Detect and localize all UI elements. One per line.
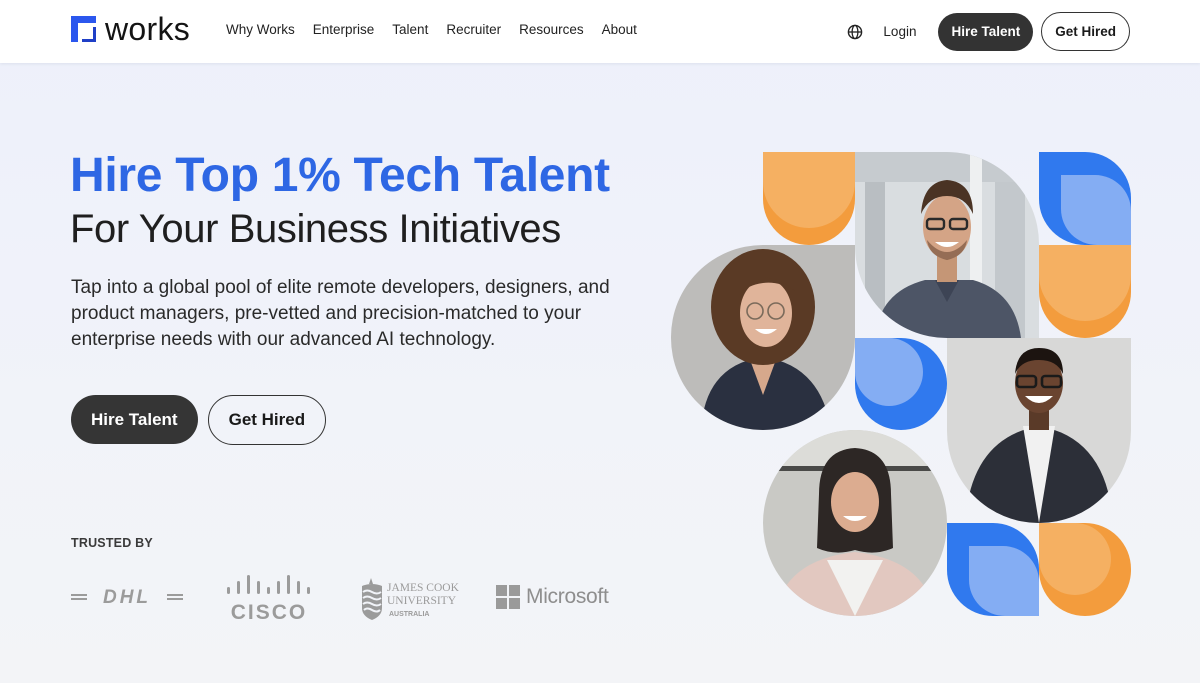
nav-about[interactable]: About xyxy=(602,22,637,37)
trusted-by-label: TRUSTED BY xyxy=(71,536,153,550)
blue-round-shape-decoration xyxy=(855,338,947,430)
hero-cta-group: Hire Talent Get Hired xyxy=(71,395,327,445)
svg-text:UNIVERSITY: UNIVERSITY xyxy=(387,595,457,607)
nav-talent[interactable]: Talent xyxy=(392,22,428,37)
svg-text:CISCO: CISCO xyxy=(231,601,308,622)
svg-text:AUSTRALIA: AUSTRALIA xyxy=(389,611,429,618)
blue-leaf-shape-decoration xyxy=(1039,152,1131,245)
hero-subtitle: For Your Business Initiatives xyxy=(70,207,561,251)
hero-description: Tap into a global pool of elite remote d… xyxy=(71,277,610,350)
orange-shape-decoration xyxy=(763,152,855,245)
works-logo-mark-icon xyxy=(71,16,96,42)
man-suit-image xyxy=(947,338,1131,523)
james-cook-university-logo: JAMES COOK UNIVERSITY AUSTRALIA xyxy=(362,578,460,620)
talent-photo-man-suit xyxy=(947,338,1131,523)
talent-photo-man-blue-shirt xyxy=(855,152,1039,338)
nav-recruiter[interactable]: Recruiter xyxy=(446,22,501,37)
header-actions: Login Hire Talent Get Hired xyxy=(847,12,1130,51)
nav-resources[interactable]: Resources xyxy=(519,22,584,37)
hero-title: Hire Top 1% Tech Talent xyxy=(70,149,610,202)
talent-photo-curly-haired-woman xyxy=(671,245,855,430)
header-hire-talent-button[interactable]: Hire Talent xyxy=(938,12,1034,51)
header-get-hired-button[interactable]: Get Hired xyxy=(1041,12,1130,51)
main-nav: Why Works Enterprise Talent Recruiter Re… xyxy=(226,22,655,37)
get-hired-button[interactable]: Get Hired xyxy=(207,395,327,445)
orange-round-shape-decoration xyxy=(1039,523,1131,616)
login-link[interactable]: Login xyxy=(883,24,916,39)
cisco-logo: CISCO xyxy=(227,575,310,622)
man-blue-shirt-image xyxy=(855,152,1039,338)
microsoft-windows-icon xyxy=(496,585,520,609)
dhl-logo: DHL xyxy=(71,587,183,608)
curly-haired-woman-image xyxy=(671,245,855,430)
talent-photo-dark-haired-woman xyxy=(763,430,947,616)
nav-enterprise[interactable]: Enterprise xyxy=(313,22,375,37)
works-logo[interactable]: works xyxy=(71,11,191,47)
talent-collage xyxy=(671,152,1131,616)
globe-icon[interactable] xyxy=(847,24,863,40)
nav-why-works[interactable]: Why Works xyxy=(226,22,295,37)
microsoft-logo: Microsoft xyxy=(496,582,616,612)
site-header: works Why Works Enterprise Talent Recrui… xyxy=(0,0,1200,63)
svg-text:DHL: DHL xyxy=(103,587,151,608)
orange-shape-decoration xyxy=(1039,245,1131,338)
dark-haired-woman-image xyxy=(763,430,947,616)
svg-text:JAMES COOK: JAMES COOK xyxy=(387,582,460,594)
blue-leaf-shape-decoration xyxy=(947,523,1039,616)
logo-text: works xyxy=(105,11,191,47)
hire-talent-button[interactable]: Hire Talent xyxy=(71,395,198,444)
microsoft-wordmark: Microsoft xyxy=(526,585,609,608)
